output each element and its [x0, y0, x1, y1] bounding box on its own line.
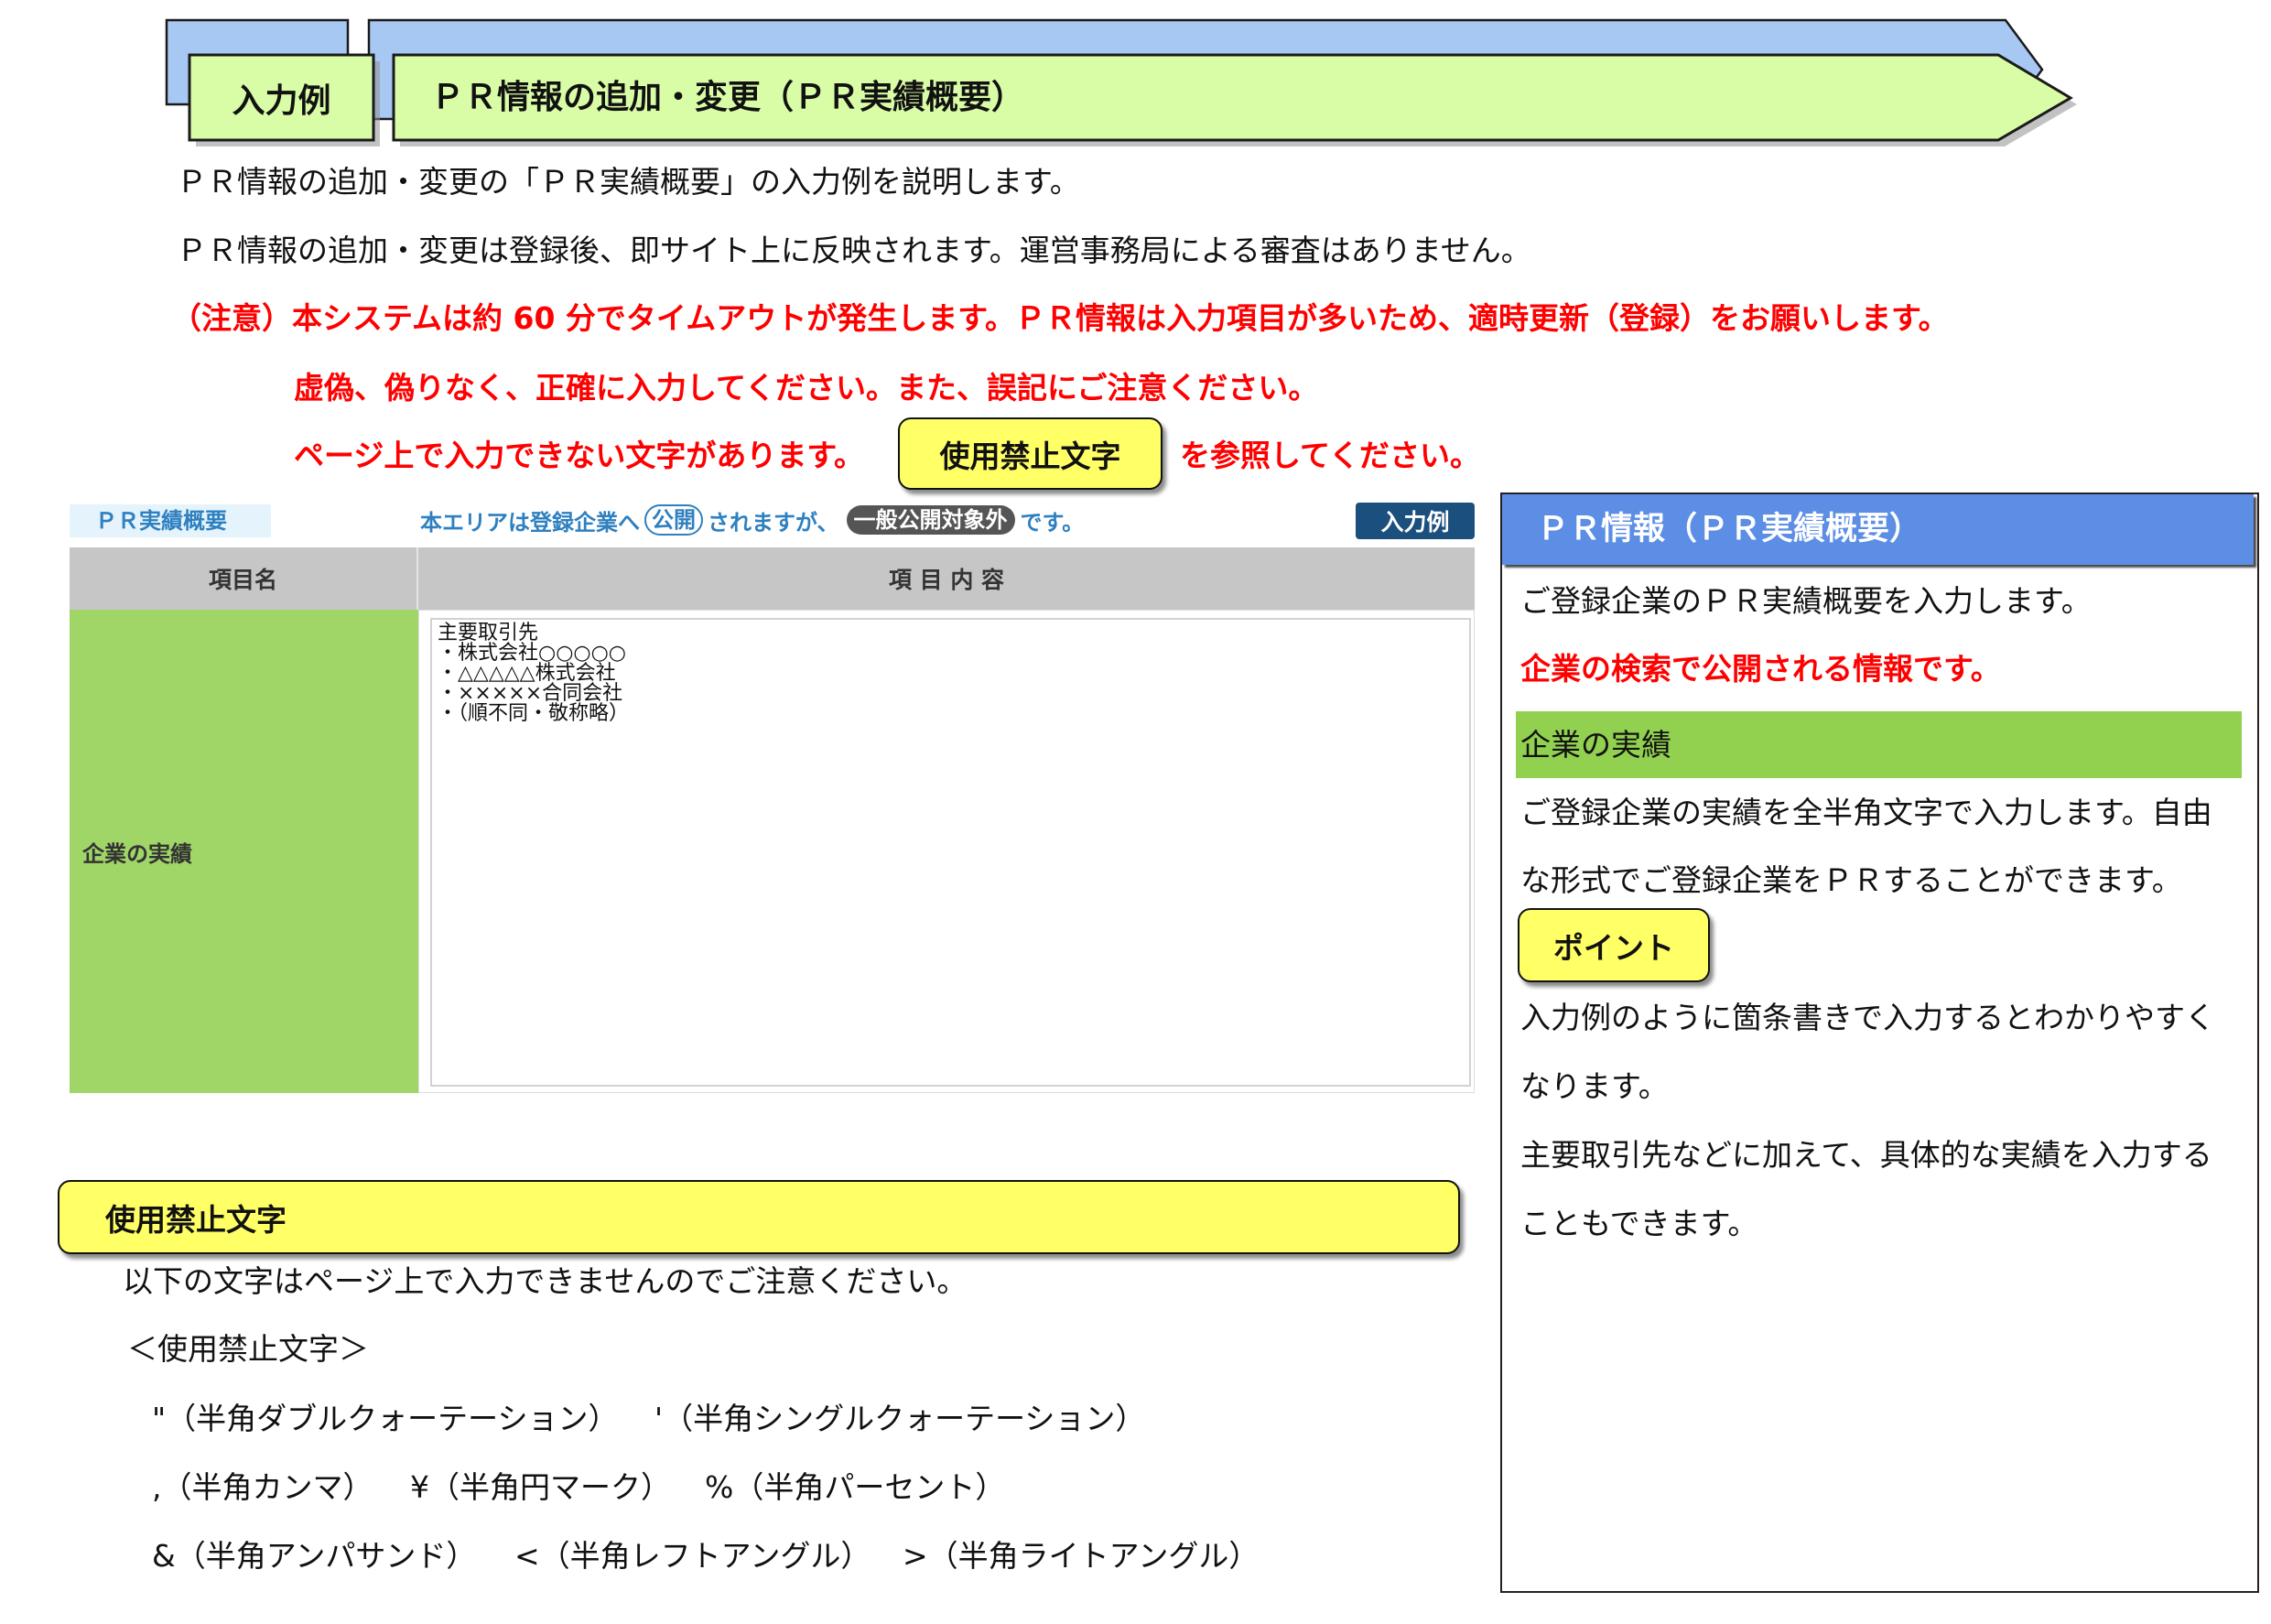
- achievements-textarea[interactable]: 主要取引先 ・株式会社○○○○○ ・△△△△△株式会社 ・×××××合同会社 ・…: [430, 618, 1471, 1087]
- forbidden-chars-list-title: ＜使用禁止文字＞: [127, 1331, 369, 1367]
- public-badge: 公開: [644, 504, 703, 536]
- visibility-text-middle: されますが、: [708, 509, 839, 536]
- table-header: 項目名 項 目 内 容: [70, 547, 1475, 610]
- point-text-4: こともできます。: [1520, 1206, 1758, 1241]
- example-button[interactable]: 入力例: [1356, 503, 1475, 539]
- intro-text-1: ＰＲ情報の追加・変更の「ＰＲ実績概要」の入力例を説明します。: [177, 164, 1080, 200]
- visibility-text-after: です。: [1020, 509, 1085, 536]
- help-panel-item-heading: 企業の実績: [1516, 711, 2242, 778]
- forbidden-char-percent: %（半角パーセント）: [705, 1469, 1006, 1505]
- notice-forbidden-text-after: を参照してください。: [1180, 438, 1481, 473]
- help-panel-item-description-1: ご登録企業の実績を全半角文字で入力します。自由: [1520, 795, 2212, 830]
- visibility-text-before: 本エリアは登録企業へ: [420, 509, 640, 536]
- point-label: ポイント: [1518, 908, 1710, 982]
- forbidden-char-double-quote: "（半角ダブルクォーテーション）: [152, 1401, 619, 1436]
- help-panel: ＰＲ情報（ＰＲ実績概要） ご登録企業のＰＲ実績概要を入力します。 企業の検索で公…: [1500, 493, 2259, 1593]
- header-tab-label: 入力例: [232, 81, 331, 120]
- forbidden-char-less-than: <（半角レフトアングル）: [514, 1538, 871, 1574]
- forbidden-char-yen: ¥（半角円マーク）: [410, 1469, 671, 1505]
- visibility-notice: 本エリアは登録企業へ 公開 されますが、 一般公開対象外 です。: [420, 503, 1084, 536]
- non-public-badge: 一般公開対象外: [846, 505, 1015, 535]
- forbidden-chars-intro: 以下の文字はページ上で入力できませんのでご注意ください。: [123, 1263, 968, 1299]
- form-section-label: ＰＲ実績概要: [70, 504, 271, 537]
- column-header-item-content: 項 目 内 容: [888, 567, 1005, 593]
- forbidden-chars-heading: 使用禁止文字: [58, 1180, 1460, 1254]
- intro-text-2: ＰＲ情報の追加・変更は登録後、即サイト上に反映されます。運営事務局による審査はあ…: [177, 233, 1531, 268]
- page-title: ＰＲ情報の追加・変更（ＰＲ実績概要）: [431, 79, 1025, 116]
- help-panel-title: ＰＲ情報（ＰＲ実績概要）: [1502, 494, 2254, 565]
- help-panel-item-description-2: な形式でご登録企業をＰＲすることができます。: [1520, 862, 2182, 898]
- notice-forbidden-text: ページ上で入力できない文字があります。: [294, 438, 865, 473]
- manual-page: 入力例 ＰＲ情報の追加・変更（ＰＲ実績概要） ＰＲ情報の追加・変更の「ＰＲ実績概…: [0, 0, 2271, 1624]
- forbidden-char-ampersand: &（半角アンパサンド）: [152, 1538, 477, 1574]
- help-panel-description: ご登録企業のＰＲ実績概要を入力します。: [1520, 583, 2092, 619]
- forbidden-chars-link-button[interactable]: 使用禁止文字: [898, 417, 1163, 490]
- forbidden-char-greater-than: >（半角ライトアングル）: [903, 1538, 1260, 1574]
- point-text-2: なります。: [1520, 1068, 1669, 1104]
- forbidden-char-comma: ,（半角カンマ）: [152, 1469, 373, 1505]
- column-header-item-name: 項目名: [70, 547, 418, 610]
- help-panel-public-note: 企業の検索で公開される情報です。: [1520, 651, 2001, 687]
- notice-accuracy: 虚偽、偽りなく、正確に入力してください。また、誤記にご注意ください。: [294, 370, 1319, 406]
- point-text-3: 主要取引先などに加えて、具体的な実績を入力する: [1520, 1137, 2212, 1173]
- notice-timeout: （注意）本システムは約 60 分でタイムアウトが発生します。ＰＲ情報は入力項目が…: [171, 300, 1949, 336]
- forbidden-char-single-quote: '（半角シングルクォーテーション）: [654, 1401, 1146, 1436]
- point-text-1: 入力例のように箇条書きで入力するとわかりやすく: [1520, 1000, 2215, 1035]
- row-label-company-achievements: 企業の実績: [70, 610, 418, 1093]
